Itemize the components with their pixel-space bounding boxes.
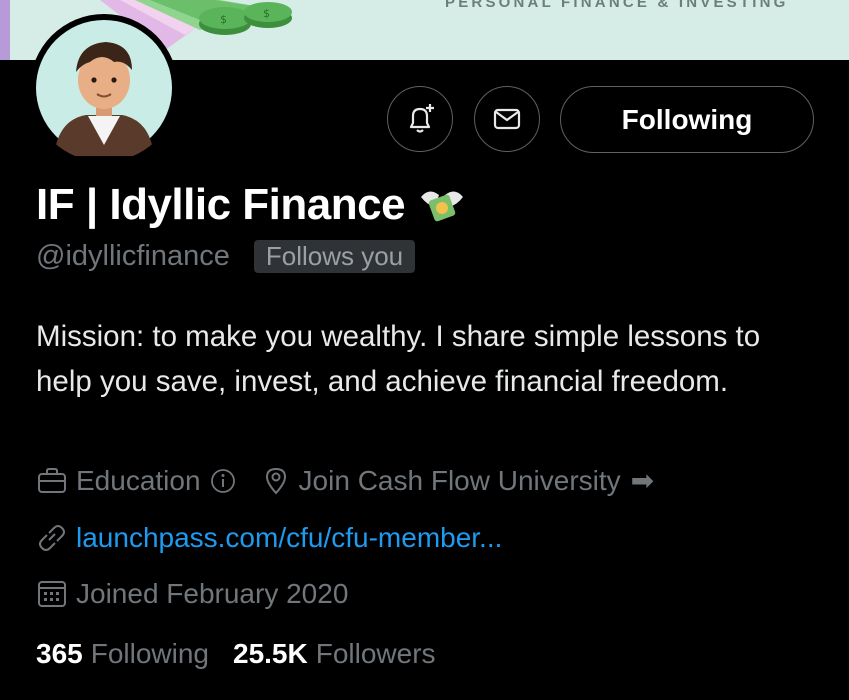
message-button[interactable] [474,86,540,152]
following-label: Following [90,638,209,669]
handle: @idyllicfinance [36,240,230,272]
banner-tagline: PERSONAL FINANCE & INVESTING [445,0,789,11]
website-link[interactable]: launchpass.com/cfu/cfu-member... [76,522,502,554]
calendar-icon [38,581,66,607]
followers-stat[interactable]: 25.5K Followers [233,638,436,670]
bio: Mission: to make you wealthy. I share si… [36,320,761,398]
joined-row: Joined February 2020 [36,578,348,610]
category-label: Education [76,464,201,496]
envelope-icon [493,108,521,130]
arrow-icon: ➡ [630,465,655,496]
bell-plus-icon [409,104,434,133]
avatar[interactable] [30,14,178,162]
joined-date: Joined February 2020 [76,578,349,609]
location-pin-icon [265,467,286,494]
profile-meta-row: Education Join Cash Flow University ➡ [36,464,654,497]
website-row: launchpass.com/cfu/cfu-member... [36,522,502,554]
coin-label: $ [220,13,227,26]
following-stat[interactable]: 365 Following [36,638,209,670]
link-icon [39,525,65,551]
avatar-illustration [36,20,172,156]
following-button[interactable]: Following [560,86,814,153]
coin-label: $ [263,7,270,20]
money-with-wings-icon [421,191,464,222]
handle-row: @idyllicfinance Follows you [36,240,416,273]
display-name-row: IF | Idyllic Finance [36,180,467,230]
info-circle-icon[interactable] [209,467,237,495]
briefcase-icon [38,467,66,493]
follow-stats: 365 Following 25.5K Followers [36,638,436,670]
notifications-button[interactable] [387,86,453,152]
follows-you-badge: Follows you [253,240,416,273]
followers-count: 25.5K [233,638,308,669]
display-name: IF | Idyllic Finance [36,180,406,229]
following-count: 365 [36,638,83,669]
location-text: Join Cash Flow University [298,464,621,496]
followers-label: Followers [315,638,436,669]
